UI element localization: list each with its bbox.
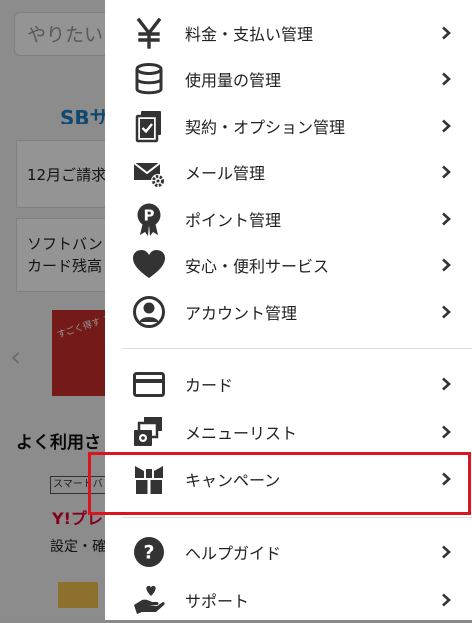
- account-icon: [131, 294, 167, 330]
- menu-item-label: ポイント管理: [185, 211, 282, 230]
- yen-icon: [131, 15, 167, 51]
- campaign-highlight-frame: [88, 452, 471, 515]
- menu-item-menu-list[interactable]: メニューリスト: [105, 409, 472, 455]
- database-icon: [131, 61, 167, 97]
- chevron-right-icon: [442, 119, 451, 133]
- chevron-right-icon: [442, 305, 451, 319]
- heart-icon: [131, 247, 167, 283]
- menu-item-contract[interactable]: 契約・オプション管理: [105, 103, 472, 149]
- menu-item-services[interactable]: 安心・便利サービス: [105, 242, 472, 288]
- menu-divider: [122, 348, 472, 349]
- menu-item-label: 安心・便利サービス: [185, 257, 330, 276]
- side-menu-drawer: 料金・支払い管理 使用量の管理 契約・オプション管理 メール管理 P ポイント管…: [105, 0, 472, 620]
- menu-item-label: メニューリスト: [185, 424, 298, 443]
- chevron-right-icon: [442, 545, 451, 559]
- menu-item-label: カード: [185, 376, 234, 395]
- chevron-right-icon: [442, 26, 451, 40]
- menu-item-account[interactable]: アカウント管理: [105, 289, 472, 335]
- svg-text:P: P: [144, 207, 155, 225]
- contract-check-icon: [131, 108, 167, 144]
- menu-item-billing[interactable]: 料金・支払い管理: [105, 10, 472, 56]
- mail-settings-icon: [131, 154, 167, 190]
- menu-item-usage[interactable]: 使用量の管理: [105, 56, 472, 102]
- help-icon: ?: [131, 534, 167, 570]
- chevron-right-icon: [442, 425, 451, 439]
- menu-item-mail[interactable]: メール管理: [105, 149, 472, 195]
- menu-item-label: 使用量の管理: [185, 71, 282, 90]
- menu-item-label: アカウント管理: [185, 304, 298, 323]
- svg-text:?: ?: [143, 542, 154, 564]
- menu-item-help[interactable]: ? ヘルプガイド: [105, 529, 472, 575]
- chevron-right-icon: [442, 258, 451, 272]
- menu-item-card[interactable]: カード: [105, 361, 472, 407]
- menu-item-label: サポート: [185, 592, 250, 611]
- menu-item-label: メール管理: [185, 164, 266, 183]
- chevron-right-icon: [442, 165, 451, 179]
- chevron-right-icon: [442, 377, 451, 391]
- menu-item-label: ヘルプガイド: [185, 544, 282, 563]
- menu-item-points[interactable]: P ポイント管理: [105, 196, 472, 242]
- menu-divider: [122, 517, 472, 518]
- menu-item-label: 契約・オプション管理: [185, 118, 346, 137]
- menu-list-icon: [131, 414, 167, 450]
- chevron-right-icon: [442, 212, 451, 226]
- chevron-right-icon: [442, 593, 451, 607]
- card-icon: [131, 366, 167, 402]
- menu-item-support[interactable]: サポート: [105, 577, 472, 623]
- support-icon: [131, 582, 167, 618]
- menu-item-label: 料金・支払い管理: [185, 25, 314, 44]
- chevron-right-icon: [442, 72, 451, 86]
- point-badge-icon: P: [131, 201, 167, 237]
